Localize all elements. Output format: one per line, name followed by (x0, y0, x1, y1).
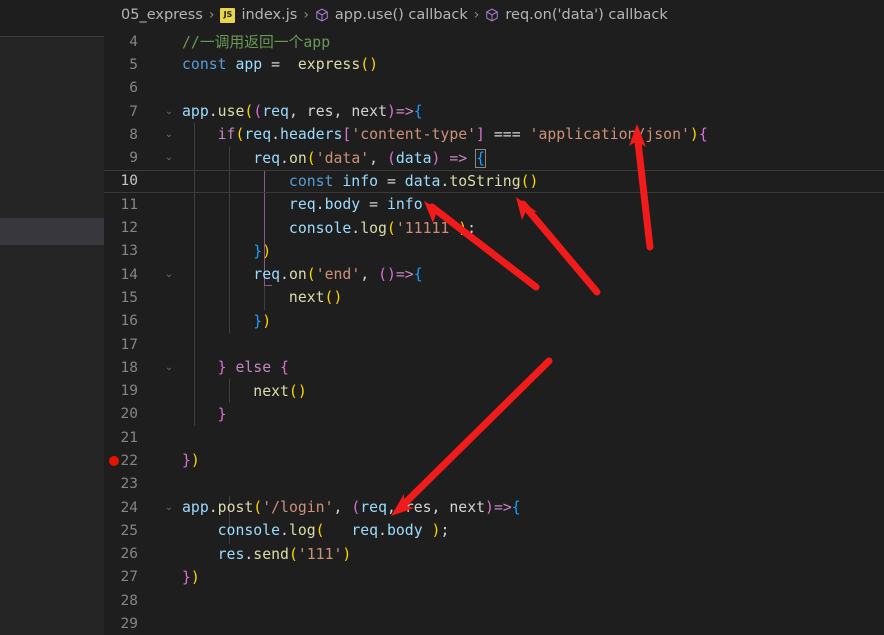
code-line[interactable]: 8 ⌄ if(req.headers['content-type'] === '… (104, 123, 884, 146)
line-content[interactable]: console.log( req.body ); (160, 522, 450, 539)
line-number: 7 (129, 103, 138, 120)
breadcrumb-item-file[interactable]: JS index.js (220, 7, 297, 23)
chevron-down-icon[interactable]: ⌄ (162, 502, 176, 513)
breadcrumb-label-file: index.js (241, 7, 298, 23)
code-line[interactable]: 22 }) (104, 449, 884, 472)
line-content[interactable]: app.use((req, res, next)=>{ (160, 103, 423, 120)
sidebar-panel[interactable] (0, 0, 104, 635)
code-line[interactable]: 17 (104, 333, 884, 356)
breadcrumb-label-symbol-2: req.on('data') callback (505, 7, 668, 23)
code-line[interactable]: 28 (104, 589, 884, 612)
chevron-down-icon[interactable]: ⌄ (162, 362, 176, 373)
js-file-icon: JS (220, 7, 236, 23)
code-line[interactable]: 7 ⌄ app.use((req, res, next)=>{ (104, 100, 884, 123)
breadcrumb-separator-icon-3: › (473, 7, 480, 23)
code-line[interactable]: 11 req.body = info (104, 193, 884, 216)
line-number: 20 (120, 406, 138, 423)
line-number: 29 (120, 616, 138, 633)
line-content[interactable]: next() (160, 289, 342, 306)
chevron-down-icon[interactable]: ⌄ (162, 153, 176, 163)
line-content[interactable]: next() (160, 383, 306, 400)
line-number: 25 (120, 522, 138, 539)
breadcrumb-label-folder: 05_express (121, 7, 203, 23)
breadcrumb-separator-icon-2: › (303, 7, 309, 23)
symbol-function-icon-2 (485, 8, 499, 22)
breadcrumb-item-symbol-2[interactable]: req.on('data') callback (485, 7, 668, 23)
breadcrumb[interactable]: 05_express › JS index.js › app.use() cal… (104, 0, 884, 30)
breadcrumb-separator-icon: › (208, 7, 215, 23)
line-number: 4 (129, 33, 138, 50)
symbol-function-icon (315, 8, 329, 22)
code-line[interactable]: 20 } (104, 403, 884, 426)
breakpoint-icon[interactable] (109, 455, 119, 466)
code-line-active[interactable]: 10 const info = data.toString() (104, 169, 884, 194)
line-content[interactable]: console.log('11111'); (160, 220, 476, 237)
code-line[interactable]: 5 const app = express() (104, 53, 884, 76)
line-number: 14 (120, 266, 138, 283)
code-line[interactable]: 19 next() (104, 379, 884, 402)
line-number: 6 (129, 80, 138, 97)
code-line[interactable]: 25 console.log( req.body ); (104, 519, 884, 542)
code-line[interactable]: 16 }) (104, 310, 884, 333)
line-number: 12 (120, 220, 138, 237)
code-line[interactable]: 29 (104, 612, 884, 635)
chevron-down-icon[interactable]: ⌄ (162, 269, 176, 280)
code-editor[interactable]: 4 //一调用返回一个app 5 const app = express() 6… (104, 30, 884, 635)
code-line[interactable]: 18 ⌄ } else { (104, 356, 884, 379)
line-content[interactable]: req.on('data', (data) => { (160, 148, 487, 168)
line-number: 8 (129, 126, 138, 143)
breadcrumb-label-symbol-1: app.use() callback (334, 7, 468, 23)
breadcrumb-item-folder[interactable]: 05_express (121, 7, 203, 23)
line-number: 21 (120, 429, 138, 446)
sidebar-selected-item[interactable] (0, 218, 104, 245)
line-content[interactable]: req.on('end', ()=>{ (160, 266, 422, 283)
line-number: 15 (120, 289, 138, 306)
code-line[interactable]: 27 }) (104, 566, 884, 589)
code-line[interactable]: 12 console.log('11111'); (104, 216, 884, 239)
active-line-border-top (104, 169, 884, 171)
line-number: 18 (120, 359, 138, 376)
line-content[interactable]: if(req.headers['content-type'] === 'appl… (160, 126, 708, 143)
line-number: 19 (120, 383, 138, 400)
line-content[interactable]: const app = express() (160, 56, 378, 73)
code-line[interactable]: 4 //一调用返回一个app (104, 30, 884, 53)
line-content[interactable]: const info = data.toString() (160, 173, 539, 190)
line-number: 17 (120, 336, 138, 353)
code-line[interactable]: 15 next() (104, 286, 884, 309)
line-number: 9 (129, 150, 138, 167)
line-number: 27 (120, 569, 138, 586)
line-number: 10 (120, 173, 138, 190)
line-content[interactable]: }) (160, 569, 200, 586)
line-number: 11 (120, 196, 138, 213)
code-line[interactable]: 26 res.send('111') (104, 543, 884, 566)
line-content[interactable]: res.send('111') (160, 546, 352, 563)
sidebar-title-bar (0, 0, 104, 37)
line-content[interactable]: } else { (160, 359, 289, 376)
line-number: 5 (129, 56, 138, 73)
line-number: 26 (120, 546, 138, 563)
code-line[interactable]: 13 }) (104, 240, 884, 263)
code-line[interactable]: 9 ⌄ req.on('data', (data) => { (104, 146, 884, 169)
line-content[interactable]: req.body = info (160, 196, 423, 213)
code-line[interactable]: 21 (104, 426, 884, 449)
line-content[interactable]: app.post('/login', (req, res, next)=>{ (160, 499, 521, 516)
line-content[interactable]: }) (160, 243, 271, 260)
line-content[interactable]: //一调用返回一个app (160, 31, 330, 52)
breadcrumb-item-symbol-1[interactable]: app.use() callback (315, 7, 468, 23)
chevron-down-icon[interactable]: ⌄ (162, 106, 176, 117)
line-number: 23 (120, 476, 138, 493)
line-number: 13 (120, 243, 138, 260)
line-number: 28 (120, 592, 138, 609)
code-line[interactable]: 23 (104, 473, 884, 496)
line-content[interactable]: }) (160, 313, 271, 330)
line-number: 24 (120, 499, 138, 516)
line-content[interactable]: } (160, 406, 227, 423)
code-line[interactable]: 14 ⌄ req.on('end', ()=>{ (104, 263, 884, 286)
line-number: 16 (120, 313, 138, 330)
vscode-window: 05_express › JS index.js › app.use() cal… (0, 0, 884, 635)
line-content[interactable]: }) (160, 452, 200, 469)
code-line[interactable]: 24 ⌄ app.post('/login', (req, res, next)… (104, 496, 884, 519)
code-line[interactable]: 6 (104, 77, 884, 100)
chevron-down-icon[interactable]: ⌄ (162, 129, 176, 140)
